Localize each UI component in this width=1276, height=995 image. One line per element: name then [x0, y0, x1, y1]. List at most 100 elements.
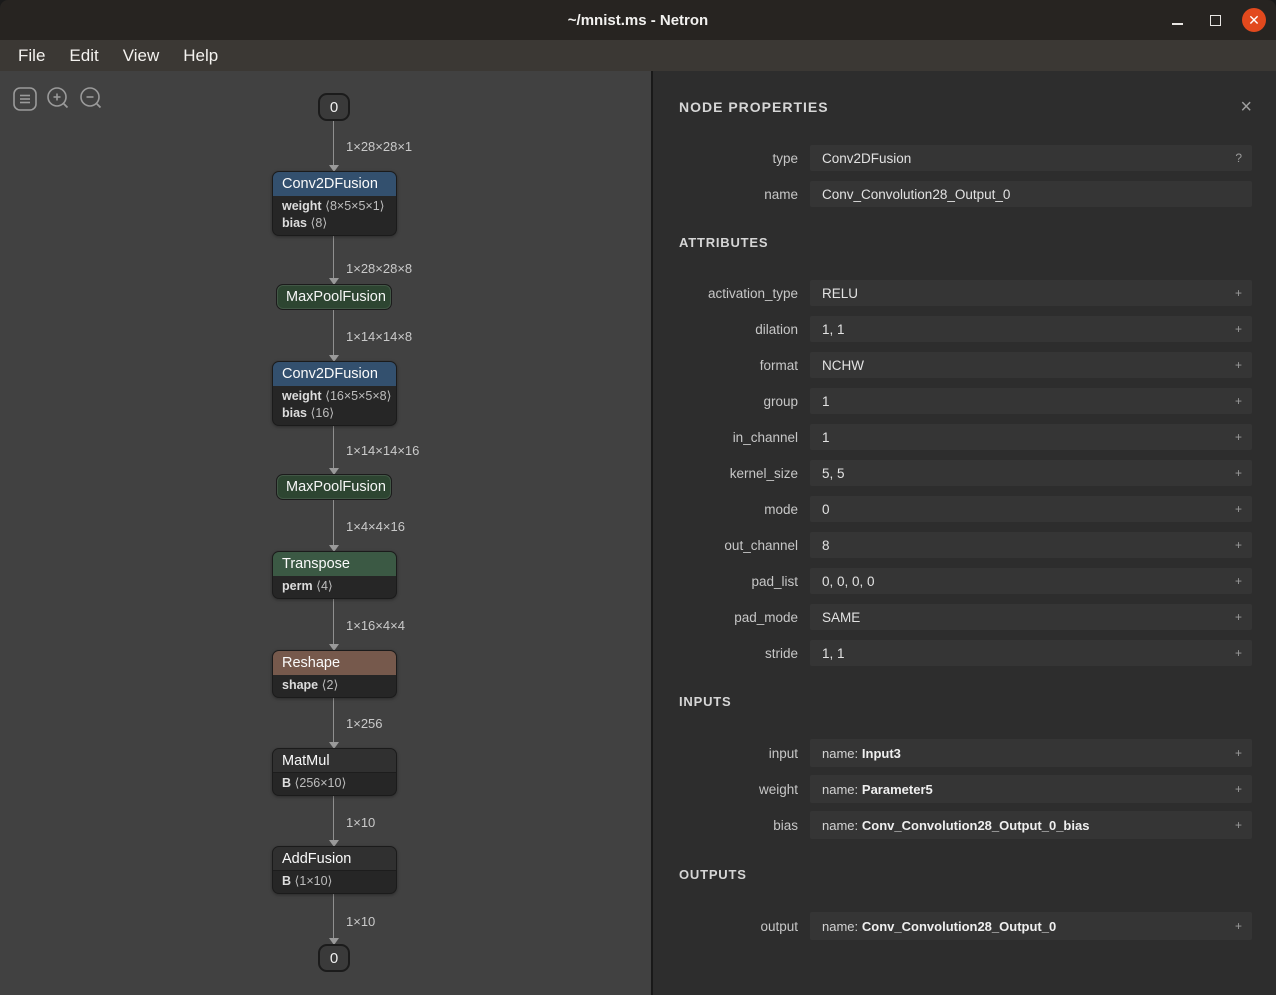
attribute-value-box[interactable]: SAME + — [810, 604, 1252, 630]
input-name-prefix: name: — [822, 818, 858, 833]
edge-line — [333, 599, 334, 645]
node-params: B ⟨1×10⟩ — [273, 871, 396, 893]
edge-line — [333, 894, 334, 939]
sidebar-menu-button[interactable] — [12, 86, 38, 112]
node-title[interactable]: Conv2DFusion — [273, 172, 396, 196]
graph-node-maxpoolfusion-2[interactable]: MaxPoolFusion — [276, 474, 392, 500]
input-value-box[interactable]: name: Conv_Convolution28_Output_0_bias + — [810, 811, 1252, 839]
attribute-value-box[interactable]: 1, 1 + — [810, 640, 1252, 666]
graph-node-transpose[interactable]: Transpose perm ⟨4⟩ — [272, 551, 397, 599]
attribute-value: 1 — [822, 430, 1227, 445]
property-row-name: name Conv_Convolution28_Output_0 — [679, 181, 1252, 207]
graph-node-addfusion[interactable]: AddFusion B ⟨1×10⟩ — [272, 846, 397, 894]
panel-close-icon[interactable]: × — [1240, 97, 1252, 117]
edge-label: 1×16×4×4 — [346, 618, 405, 634]
expand-icon[interactable]: + — [1235, 746, 1242, 760]
expand-icon[interactable]: + — [1235, 574, 1242, 588]
attribute-value-box[interactable]: 1 + — [810, 424, 1252, 450]
attribute-value: SAME — [822, 610, 1227, 625]
attribute-value: RELU — [822, 286, 1227, 301]
input-value-box[interactable]: name: Input3 + — [810, 739, 1252, 767]
graph-node-maxpoolfusion-1[interactable]: MaxPoolFusion — [276, 284, 392, 310]
window-title: ~/mnist.ms - Netron — [568, 12, 708, 29]
property-value-box[interactable]: Conv2DFusion ? — [810, 145, 1252, 171]
param-value: ⟨256×10⟩ — [295, 776, 347, 790]
zoom-out-button[interactable] — [78, 86, 104, 112]
graph-node-conv2dfusion-2[interactable]: Conv2DFusion weight ⟨16×5×5×8⟩ bias ⟨16⟩ — [272, 361, 397, 426]
attribute-row: pad_list 0, 0, 0, 0 + — [679, 568, 1252, 594]
expand-icon[interactable]: + — [1235, 919, 1242, 933]
attribute-value-box[interactable]: 8 + — [810, 532, 1252, 558]
attribute-value: 0, 0, 0, 0 — [822, 574, 1227, 589]
attribute-label: in_channel — [679, 430, 798, 445]
edge-label: 1×14×14×16 — [346, 443, 419, 459]
attribute-value-box[interactable]: 0 + — [810, 496, 1252, 522]
graph-canvas[interactable]: 0 1×28×28×1 1×28×28×8 1×14×14×8 1×14×14×… — [0, 71, 651, 995]
param-value: ⟨16⟩ — [311, 406, 335, 420]
help-icon[interactable]: ? — [1235, 151, 1242, 165]
property-label: name — [679, 187, 798, 202]
output-name-value: Conv_Convolution28_Output_0 — [862, 919, 1056, 934]
attribute-value-box[interactable]: 0, 0, 0, 0 + — [810, 568, 1252, 594]
attribute-value-box[interactable]: 1, 1 + — [810, 316, 1252, 342]
expand-icon[interactable]: + — [1235, 818, 1242, 832]
menu-file[interactable]: File — [6, 44, 57, 68]
expand-icon[interactable]: + — [1235, 646, 1242, 660]
property-value-box[interactable]: Conv_Convolution28_Output_0 — [810, 181, 1252, 207]
maximize-button[interactable] — [1204, 9, 1226, 31]
output-name-prefix: name: — [822, 919, 858, 934]
expand-icon[interactable]: + — [1235, 782, 1242, 796]
close-button[interactable]: ✕ — [1242, 8, 1266, 32]
edge-line — [333, 423, 334, 469]
graph-node-matmul[interactable]: MatMul B ⟨256×10⟩ — [272, 748, 397, 796]
expand-icon[interactable]: + — [1235, 502, 1242, 516]
attribute-value: 5, 5 — [822, 466, 1227, 481]
input-name-value: Input3 — [862, 746, 901, 761]
menu-help[interactable]: Help — [171, 44, 230, 68]
expand-icon[interactable]: + — [1235, 358, 1242, 372]
graph-node-conv2dfusion-1[interactable]: Conv2DFusion weight ⟨8×5×5×1⟩ bias ⟨8⟩ — [272, 171, 397, 236]
menu-view[interactable]: View — [111, 44, 172, 68]
main-content: 0 1×28×28×1 1×28×28×8 1×14×14×8 1×14×14×… — [0, 71, 1276, 995]
expand-icon[interactable]: + — [1235, 394, 1242, 408]
attribute-value: 1, 1 — [822, 322, 1227, 337]
node-title[interactable]: MatMul — [273, 749, 396, 773]
attribute-value-box[interactable]: 1 + — [810, 388, 1252, 414]
expand-icon[interactable]: + — [1235, 322, 1242, 336]
zoom-in-button[interactable] — [45, 86, 71, 112]
expand-icon[interactable]: + — [1235, 286, 1242, 300]
edge-label: 1×14×14×8 — [346, 329, 412, 345]
expand-icon[interactable]: + — [1235, 430, 1242, 444]
expand-icon[interactable]: + — [1235, 466, 1242, 480]
param-value: ⟨16×5×5×8⟩ — [325, 389, 391, 403]
property-value: Conv_Convolution28_Output_0 — [822, 187, 1242, 202]
attribute-value-box[interactable]: 5, 5 + — [810, 460, 1252, 486]
input-value-box[interactable]: name: Parameter5 + — [810, 775, 1252, 803]
output-value-box[interactable]: name: Conv_Convolution28_Output_0 + — [810, 912, 1252, 940]
param-key: bias — [282, 406, 307, 420]
menu-bar: File Edit View Help — [0, 40, 1276, 71]
minimize-button[interactable] — [1166, 9, 1188, 31]
graph-node-reshape[interactable]: Reshape shape ⟨2⟩ — [272, 650, 397, 698]
attribute-row: out_channel 8 + — [679, 532, 1252, 558]
node-title[interactable]: Transpose — [273, 552, 396, 576]
edge-line — [333, 500, 334, 546]
attribute-label: out_channel — [679, 538, 798, 553]
param-key: bias — [282, 216, 307, 230]
edge-label: 1×28×28×8 — [346, 261, 412, 277]
input-name-value: Parameter5 — [862, 782, 933, 797]
param-key: B — [282, 776, 291, 790]
attribute-value-box[interactable]: RELU + — [810, 280, 1252, 306]
node-title[interactable]: Reshape — [273, 651, 396, 675]
edge-label: 1×10 — [346, 815, 375, 831]
node-title[interactable]: AddFusion — [273, 847, 396, 871]
attribute-value-box[interactable]: NCHW + — [810, 352, 1252, 378]
menu-edit[interactable]: Edit — [57, 44, 110, 68]
graph-input-node[interactable]: 0 — [318, 93, 350, 121]
output-row: output name: Conv_Convolution28_Output_0… — [679, 912, 1252, 940]
graph-output-node[interactable]: 0 — [318, 944, 350, 972]
expand-icon[interactable]: + — [1235, 610, 1242, 624]
expand-icon[interactable]: + — [1235, 538, 1242, 552]
node-title[interactable]: Conv2DFusion — [273, 362, 396, 386]
param-key: B — [282, 874, 291, 888]
